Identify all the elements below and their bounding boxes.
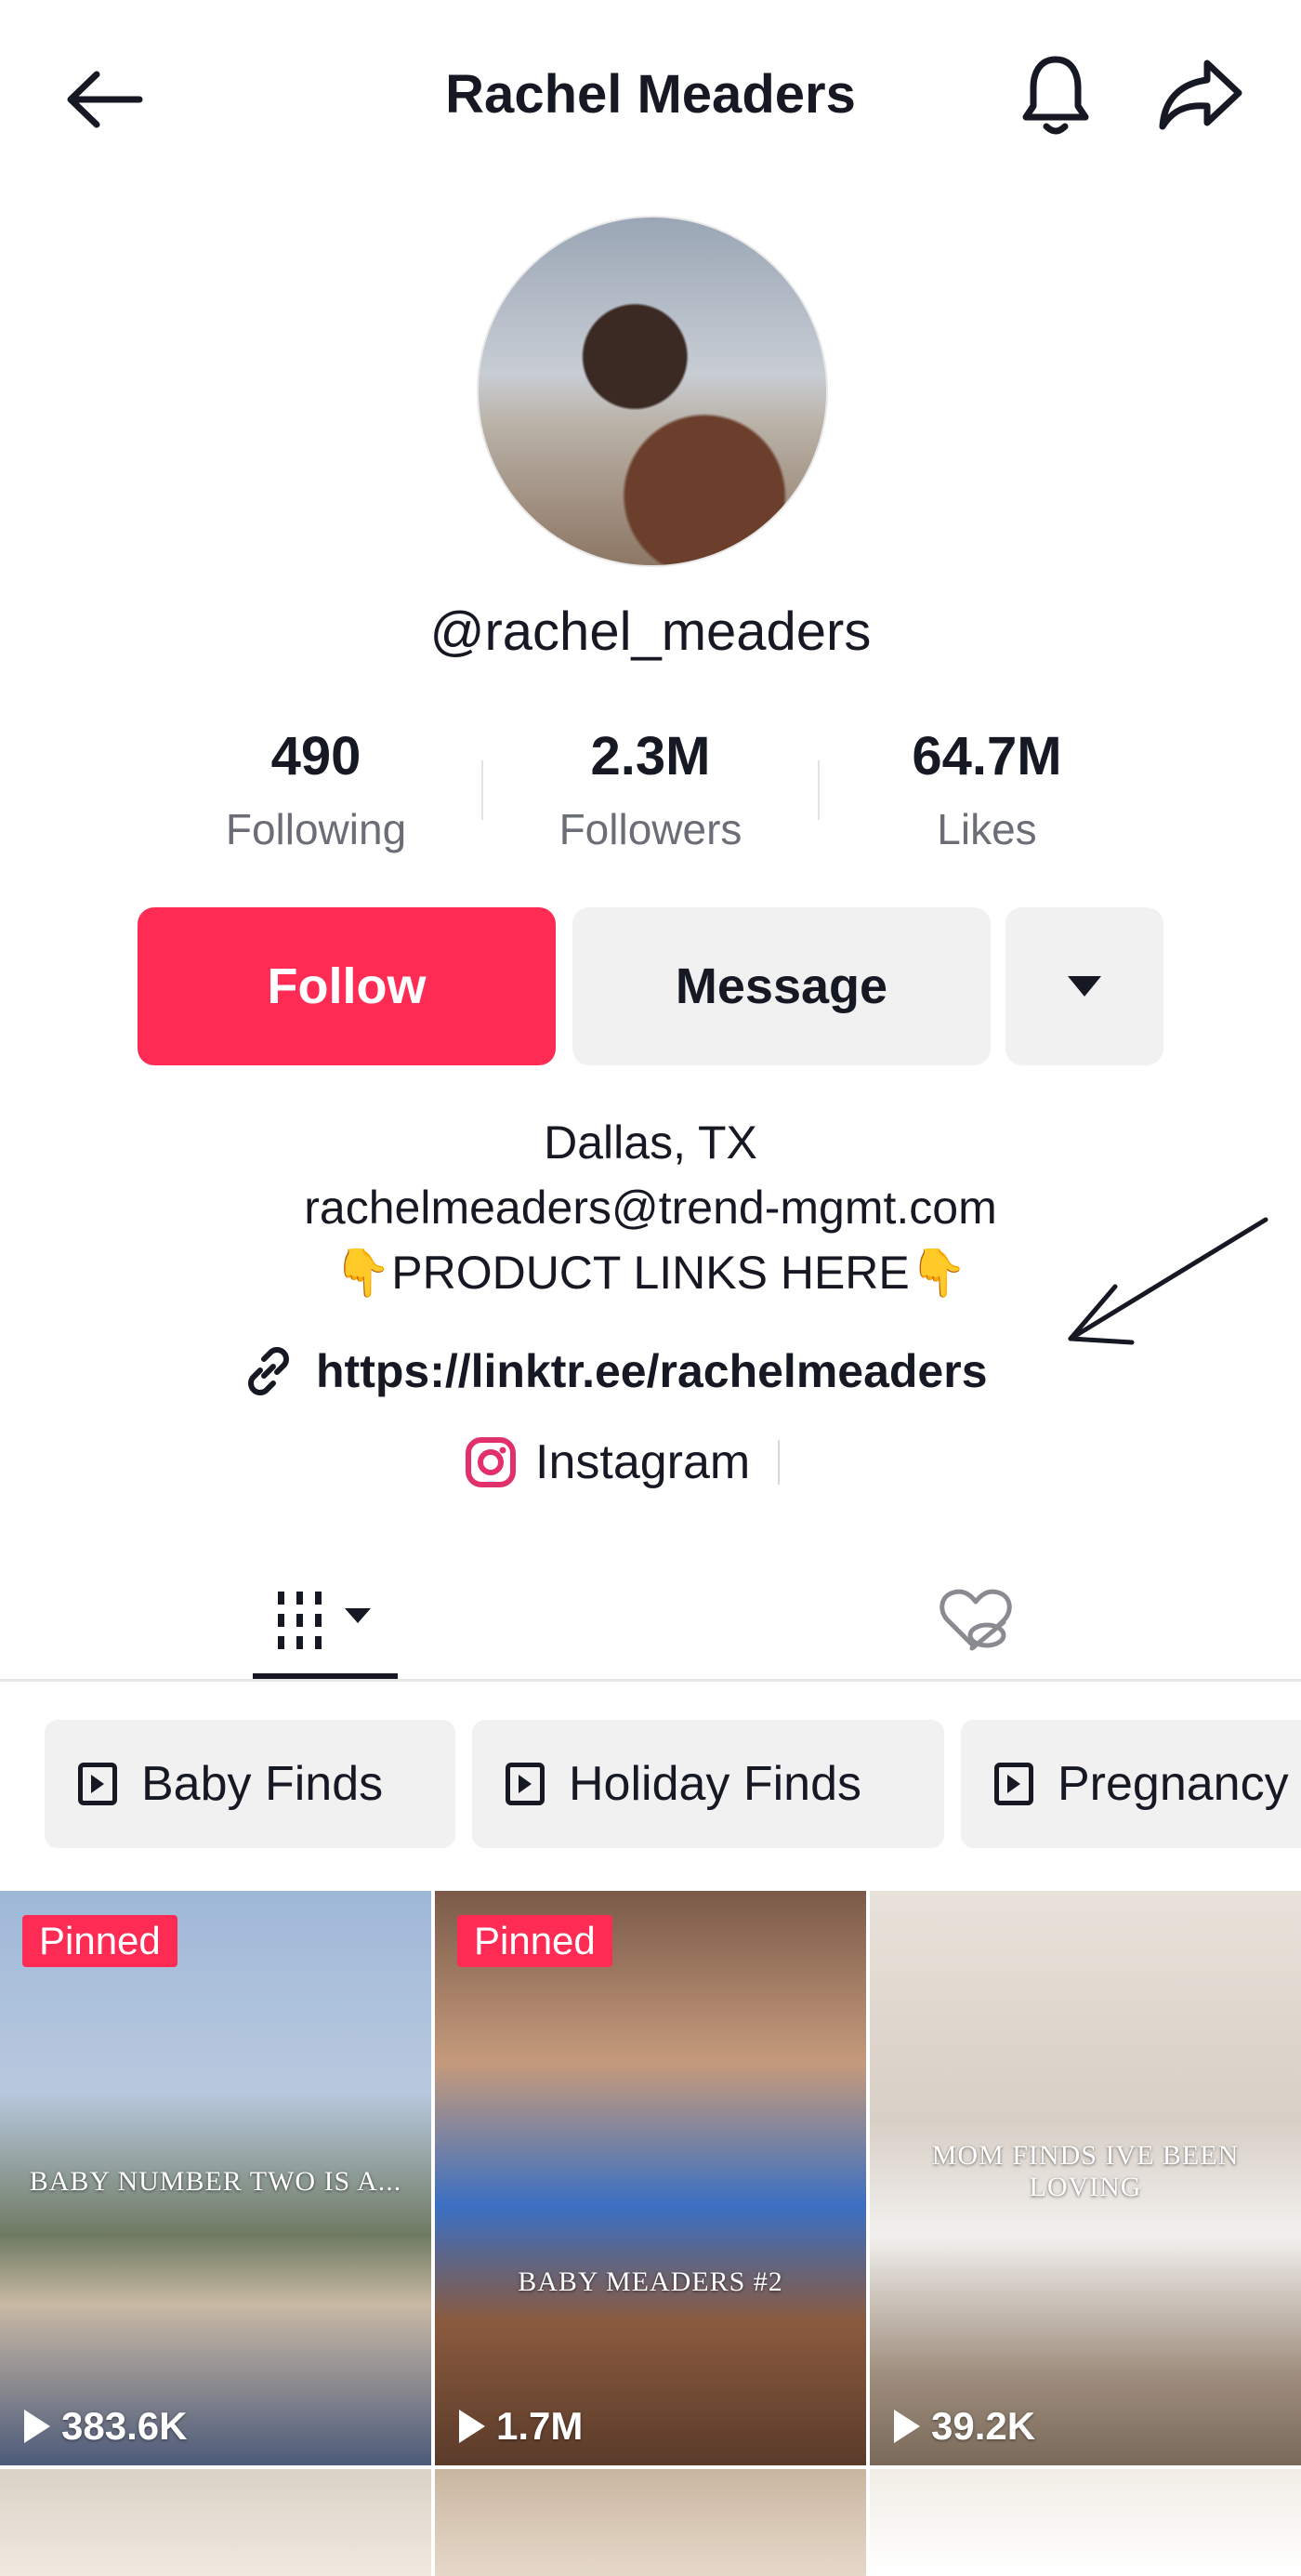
instagram-divider <box>778 1440 781 1485</box>
bell-icon <box>1022 56 1089 135</box>
profile-link-text: https://linktr.ee/rachelmeaders <box>316 1345 988 1397</box>
stat-value: 2.3M <box>590 726 711 786</box>
stat-divider <box>481 760 483 820</box>
video-tile[interactable]: Pinned BABY MEADERS #2 1.7M <box>435 1891 866 2465</box>
stat-followers[interactable]: 2.3M Followers <box>511 725 790 854</box>
stat-divider <box>818 760 820 820</box>
video-tile[interactable]: Pinned BABY NUMBER TWO IS A... 383.6K <box>0 1891 431 2465</box>
instagram-label: Instagram <box>535 1435 751 1489</box>
view-count-text: 383.6K <box>61 2404 188 2448</box>
follow-button[interactable]: Follow <box>138 907 556 1065</box>
video-caption: BABY NUMBER TWO IS A... <box>29 2166 402 2197</box>
stat-likes[interactable]: 64.7M Likes <box>848 725 1126 854</box>
bio-location: Dallas, TX <box>544 1116 757 1169</box>
stat-label: Likes <box>937 805 1037 853</box>
page-title: Rachel Meaders <box>445 64 856 125</box>
tabs-divider <box>0 1679 1301 1682</box>
view-count: 1.7M <box>459 2404 583 2449</box>
playlist-icon <box>994 1763 1033 1805</box>
stat-value: 64.7M <box>912 726 1062 786</box>
view-count: 39.2K <box>894 2404 1035 2449</box>
stat-label: Followers <box>559 805 742 853</box>
video-tile[interactable]: MOM FINDS IVE BEEN LOVING 39.2K <box>870 1891 1301 2465</box>
playlist-icon <box>506 1763 545 1805</box>
view-count: 383.6K <box>24 2404 187 2449</box>
playlist-chip[interactable]: Holiday Finds <box>472 1720 944 1848</box>
video-tile[interactable] <box>435 2469 866 2576</box>
notifications-button[interactable] <box>1011 48 1100 141</box>
instagram-icon <box>466 1437 516 1487</box>
tab-liked[interactable] <box>920 1569 1032 1671</box>
heart-hidden-icon <box>940 1589 1012 1651</box>
play-icon <box>894 2410 920 2443</box>
username-handle: @rachel_meaders <box>429 601 872 662</box>
link-icon <box>248 1347 289 1395</box>
playlist-chip[interactable]: Baby Finds <box>45 1720 455 1848</box>
view-count-text: 39.2K <box>931 2404 1036 2448</box>
annotation-arrow <box>1068 1217 1268 1345</box>
pinned-badge: Pinned <box>457 1915 612 1967</box>
avatar[interactable] <box>477 216 828 567</box>
view-count-text: 1.7M <box>496 2404 584 2448</box>
stat-label: Following <box>225 805 407 853</box>
share-button[interactable] <box>1149 48 1251 141</box>
video-tile[interactable] <box>870 2469 1301 2576</box>
stat-following[interactable]: 490 Following <box>177 725 455 854</box>
pinned-badge: Pinned <box>22 1915 177 1967</box>
profile-link[interactable]: https://linktr.ee/rachelmeaders <box>240 1339 1076 1404</box>
playlist-label: Baby Finds <box>141 1757 384 1811</box>
video-tile[interactable] <box>0 2469 431 2576</box>
playlist-label: Holiday Finds <box>569 1757 862 1811</box>
playlist-icon <box>78 1763 117 1805</box>
more-options-button[interactable] <box>1005 907 1163 1065</box>
video-caption: MOM FINDS IVE BEEN LOVING <box>931 2140 1240 2202</box>
message-button[interactable]: Message <box>572 907 991 1065</box>
play-icon <box>459 2410 485 2443</box>
play-icon <box>24 2410 50 2443</box>
grid-icon <box>278 1592 371 1649</box>
playlist-chip[interactable]: Pregnancy <box>961 1720 1301 1848</box>
tab-videos[interactable] <box>253 1569 398 1671</box>
video-caption: BABY MEADERS #2 <box>518 2266 783 2297</box>
stat-value: 490 <box>270 726 361 786</box>
share-arrow-icon <box>1159 59 1242 130</box>
instagram-link[interactable]: Instagram <box>465 1430 836 1495</box>
playlist-label: Pregnancy <box>1058 1757 1289 1811</box>
caret-down-icon <box>1068 976 1101 997</box>
